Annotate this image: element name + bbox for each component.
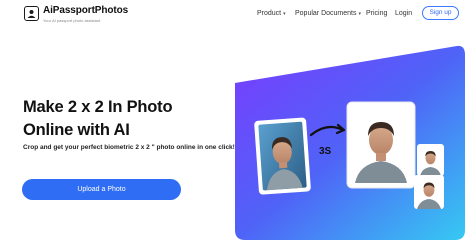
result-photo (346, 101, 416, 189)
nav-popular-documents-label: Popular Documents (295, 10, 357, 17)
hero-title-line-1: Make 2 x 2 In Photo (23, 98, 173, 116)
upload-photo-button[interactable]: Upload a Photo (22, 179, 181, 200)
result-photo-small-1 (417, 144, 444, 176)
hero-title-line-2: Online with AI (23, 121, 130, 139)
nav-pricing[interactable]: Pricing (366, 10, 387, 17)
top-navbar: AiPassportPhotos Your AI passport photo … (0, 0, 474, 30)
original-photo (254, 117, 311, 195)
processing-time-label: 3S (319, 146, 332, 157)
nav-popular-documents[interactable]: Popular Documents ▾ (295, 10, 361, 17)
brand-name[interactable]: AiPassportPhotos (43, 5, 128, 16)
nav-login[interactable]: Login (395, 10, 412, 17)
logo-icon[interactable] (24, 6, 39, 21)
chevron-down-icon: ▾ (358, 11, 361, 17)
nav-product[interactable]: Product ▾ (257, 10, 286, 17)
result-photo-small-2 (414, 175, 444, 209)
nav-product-label: Product (257, 10, 282, 17)
signup-button[interactable]: Sign up (422, 6, 459, 20)
chevron-down-icon: ▾ (283, 11, 286, 17)
hero-illustration: 3S (235, 45, 465, 241)
hero-title: Make 2 x 2 In Photo Online with AI (23, 96, 173, 142)
hero-subtitle: Crop and get your perfect biometric 2 x … (23, 144, 235, 151)
brand-tagline: Your AI passport photo assistant (43, 18, 101, 23)
